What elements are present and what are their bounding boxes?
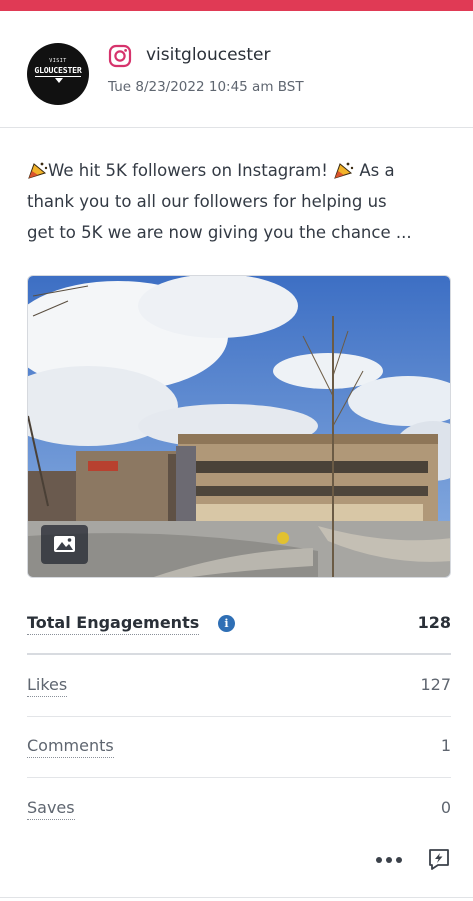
total-engagements-label[interactable]: Total Engagements: [27, 613, 200, 635]
party-popper-icon: [334, 162, 354, 179]
avatar-text-main: GLOUCESTER: [34, 65, 82, 75]
metric-comments: Comments 1: [27, 718, 451, 778]
caption-line-1: We hit 5K followers on Instagram!: [48, 161, 328, 180]
metric-likes: Likes 127: [27, 657, 451, 717]
reply-lightning-icon[interactable]: [426, 846, 452, 872]
caption-line-2: thank you to all our followers for helpi…: [27, 192, 387, 211]
likes-label[interactable]: Likes: [27, 675, 68, 697]
info-icon[interactable]: i: [218, 615, 235, 632]
caption-line-1b: As a: [354, 161, 395, 180]
metric-saves: Saves 0: [27, 780, 451, 840]
metric-total-engagements: Total Engagements i 128: [27, 595, 451, 655]
avatar-underline: [35, 76, 81, 77]
bottom-divider: [0, 897, 473, 898]
party-popper-icon: [28, 162, 48, 179]
post-card: VISIT GLOUCESTER visitgloucester Tue 8/2…: [0, 0, 473, 901]
post-timestamp: Tue 8/23/2022 10:45 am BST: [108, 79, 304, 95]
post-actions: [0, 840, 473, 880]
total-engagements-value: 128: [417, 613, 451, 632]
media-type-badge: [41, 525, 88, 564]
avatar[interactable]: VISIT GLOUCESTER: [27, 43, 89, 105]
avatar-text-small: VISIT: [49, 58, 67, 64]
likes-value: 127: [420, 675, 451, 694]
comments-value: 1: [440, 736, 451, 755]
saves-value: 0: [440, 798, 451, 817]
accent-bar: [0, 0, 473, 11]
post-header: VISIT GLOUCESTER visitgloucester Tue 8/2…: [0, 11, 473, 128]
instagram-icon: [108, 44, 132, 68]
post-photo[interactable]: [27, 275, 451, 578]
saves-label[interactable]: Saves: [27, 798, 75, 820]
caption-line-3: get to 5K we are now giving you the chan…: [27, 223, 412, 242]
photo-scene: [28, 276, 450, 577]
image-icon: [54, 536, 75, 552]
comments-label[interactable]: Comments: [27, 736, 114, 758]
post-caption: We hit 5K followers on Instagram! As a t…: [27, 155, 452, 248]
account-name[interactable]: visitgloucester: [146, 45, 271, 65]
avatar-arrow-icon: [55, 78, 63, 83]
more-options-icon[interactable]: [374, 848, 404, 868]
